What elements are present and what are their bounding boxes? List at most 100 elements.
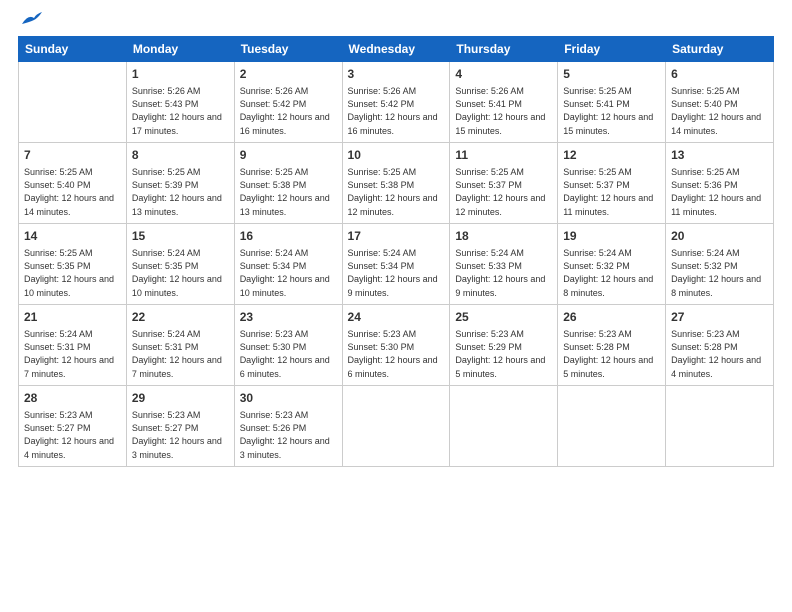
day-number: 4 [455,66,552,83]
calendar-day-cell [342,385,450,466]
day-number: 25 [455,309,552,326]
day-info: Sunrise: 5:25 AMSunset: 5:41 PMDaylight:… [563,86,653,136]
header [18,18,774,28]
calendar-day-cell [666,385,774,466]
calendar-day-cell: 20Sunrise: 5:24 AMSunset: 5:32 PMDayligh… [666,223,774,304]
day-number: 26 [563,309,660,326]
day-info: Sunrise: 5:25 AMSunset: 5:38 PMDaylight:… [348,167,438,217]
calendar-day-cell: 28 Sunrise: 5:23 AMSunset: 5:27 PMDayligh… [19,385,127,466]
day-info: Sunrise: 5:24 AMSunset: 5:34 PMDaylight:… [240,248,330,298]
day-info: Sunrise: 5:25 AMSunset: 5:35 PMDaylight:… [24,248,114,298]
day-info: Sunrise: 5:23 AMSunset: 5:27 PMDaylight:… [24,410,114,460]
day-info: Sunrise: 5:24 AMSunset: 5:35 PMDaylight:… [132,248,222,298]
day-info: Sunrise: 5:24 AMSunset: 5:34 PMDaylight:… [348,248,438,298]
calendar-week-row: 1 Sunrise: 5:26 AMSunset: 5:43 PMDaylight… [19,62,774,143]
day-info: Sunrise: 5:24 AMSunset: 5:31 PMDaylight:… [24,329,114,379]
day-number: 16 [240,228,337,245]
calendar-day-cell: 27Sunrise: 5:23 AMSunset: 5:28 PMDayligh… [666,304,774,385]
calendar-day-cell: 29 Sunrise: 5:23 AMSunset: 5:27 PMDayligh… [126,385,234,466]
day-number: 9 [240,147,337,164]
day-info: Sunrise: 5:23 AMSunset: 5:26 PMDaylight:… [240,410,330,460]
weekday-header: Tuesday [234,37,342,62]
calendar-day-cell [450,385,558,466]
calendar-day-cell: 15 Sunrise: 5:24 AMSunset: 5:35 PMDayligh… [126,223,234,304]
calendar-day-cell: 21 Sunrise: 5:24 AMSunset: 5:31 PMDayligh… [19,304,127,385]
day-info: Sunrise: 5:25 AMSunset: 5:39 PMDaylight:… [132,167,222,217]
calendar-day-cell: 3Sunrise: 5:26 AMSunset: 5:42 PMDaylight… [342,62,450,143]
day-info: Sunrise: 5:26 AMSunset: 5:42 PMDaylight:… [240,86,330,136]
day-number: 12 [563,147,660,164]
day-info: Sunrise: 5:26 AMSunset: 5:41 PMDaylight:… [455,86,545,136]
calendar-week-row: 21 Sunrise: 5:24 AMSunset: 5:31 PMDayligh… [19,304,774,385]
day-number: 30 [240,390,337,407]
calendar-day-cell: 18 Sunrise: 5:24 AMSunset: 5:33 PMDayligh… [450,223,558,304]
calendar-page: SundayMondayTuesdayWednesdayThursdayFrid… [0,0,792,612]
day-number: 18 [455,228,552,245]
calendar-day-cell: 7 Sunrise: 5:25 AMSunset: 5:40 PMDaylight… [19,142,127,223]
day-info: Sunrise: 5:25 AMSunset: 5:37 PMDaylight:… [563,167,653,217]
calendar-day-cell: 16 Sunrise: 5:24 AMSunset: 5:34 PMDayligh… [234,223,342,304]
weekday-header: Monday [126,37,234,62]
weekday-header: Saturday [666,37,774,62]
day-number: 5 [563,66,660,83]
calendar-day-cell: 9Sunrise: 5:25 AMSunset: 5:38 PMDaylight… [234,142,342,223]
calendar-day-cell: 14Sunrise: 5:25 AMSunset: 5:35 PMDayligh… [19,223,127,304]
day-info: Sunrise: 5:23 AMSunset: 5:28 PMDaylight:… [671,329,761,379]
calendar-day-cell: 12 Sunrise: 5:25 AMSunset: 5:37 PMDayligh… [558,142,666,223]
calendar-day-cell: 6Sunrise: 5:25 AMSunset: 5:40 PMDaylight… [666,62,774,143]
day-info: Sunrise: 5:24 AMSunset: 5:31 PMDaylight:… [132,329,222,379]
calendar-day-cell: 11 Sunrise: 5:25 AMSunset: 5:37 PMDayligh… [450,142,558,223]
day-number: 7 [24,147,121,164]
day-info: Sunrise: 5:25 AMSunset: 5:37 PMDaylight:… [455,167,545,217]
day-info: Sunrise: 5:23 AMSunset: 5:29 PMDaylight:… [455,329,545,379]
weekday-header: Thursday [450,37,558,62]
day-info: Sunrise: 5:24 AMSunset: 5:32 PMDaylight:… [563,248,653,298]
day-number: 2 [240,66,337,83]
day-number: 15 [132,228,229,245]
day-number: 28 [24,390,121,407]
calendar-day-cell: 10 Sunrise: 5:25 AMSunset: 5:38 PMDayligh… [342,142,450,223]
calendar-table: SundayMondayTuesdayWednesdayThursdayFrid… [18,36,774,467]
calendar-day-cell: 23 Sunrise: 5:23 AMSunset: 5:30 PMDayligh… [234,304,342,385]
day-info: Sunrise: 5:23 AMSunset: 5:28 PMDaylight:… [563,329,653,379]
calendar-day-cell [558,385,666,466]
day-number: 10 [348,147,445,164]
day-number: 1 [132,66,229,83]
day-info: Sunrise: 5:23 AMSunset: 5:30 PMDaylight:… [348,329,438,379]
day-info: Sunrise: 5:25 AMSunset: 5:36 PMDaylight:… [671,167,761,217]
day-number: 6 [671,66,768,83]
calendar-day-cell: 4 Sunrise: 5:26 AMSunset: 5:41 PMDaylight… [450,62,558,143]
logo [18,18,42,28]
calendar-day-cell: 8 Sunrise: 5:25 AMSunset: 5:39 PMDaylight… [126,142,234,223]
day-number: 22 [132,309,229,326]
calendar-day-cell: 22 Sunrise: 5:24 AMSunset: 5:31 PMDayligh… [126,304,234,385]
calendar-day-cell: 1 Sunrise: 5:26 AMSunset: 5:43 PMDaylight… [126,62,234,143]
day-number: 11 [455,147,552,164]
day-number: 8 [132,147,229,164]
day-number: 23 [240,309,337,326]
calendar-week-row: 14Sunrise: 5:25 AMSunset: 5:35 PMDayligh… [19,223,774,304]
calendar-day-cell: 24 Sunrise: 5:23 AMSunset: 5:30 PMDayligh… [342,304,450,385]
calendar-day-cell: 25 Sunrise: 5:23 AMSunset: 5:29 PMDayligh… [450,304,558,385]
day-number: 29 [132,390,229,407]
day-info: Sunrise: 5:25 AMSunset: 5:40 PMDaylight:… [24,167,114,217]
calendar-day-cell: 30 Sunrise: 5:23 AMSunset: 5:26 PMDayligh… [234,385,342,466]
day-number: 13 [671,147,768,164]
calendar-day-cell: 5 Sunrise: 5:25 AMSunset: 5:41 PMDaylight… [558,62,666,143]
logo-bird-icon [20,12,42,28]
calendar-day-cell: 17 Sunrise: 5:24 AMSunset: 5:34 PMDayligh… [342,223,450,304]
day-number: 19 [563,228,660,245]
calendar-week-row: 28 Sunrise: 5:23 AMSunset: 5:27 PMDayligh… [19,385,774,466]
day-info: Sunrise: 5:23 AMSunset: 5:30 PMDaylight:… [240,329,330,379]
day-info: Sunrise: 5:23 AMSunset: 5:27 PMDaylight:… [132,410,222,460]
day-number: 21 [24,309,121,326]
day-number: 20 [671,228,768,245]
calendar-day-cell: 13 Sunrise: 5:25 AMSunset: 5:36 PMDayligh… [666,142,774,223]
calendar-day-cell [19,62,127,143]
day-number: 24 [348,309,445,326]
day-number: 17 [348,228,445,245]
weekday-header: Wednesday [342,37,450,62]
day-info: Sunrise: 5:24 AMSunset: 5:33 PMDaylight:… [455,248,545,298]
day-info: Sunrise: 5:26 AMSunset: 5:43 PMDaylight:… [132,86,222,136]
weekday-header: Friday [558,37,666,62]
